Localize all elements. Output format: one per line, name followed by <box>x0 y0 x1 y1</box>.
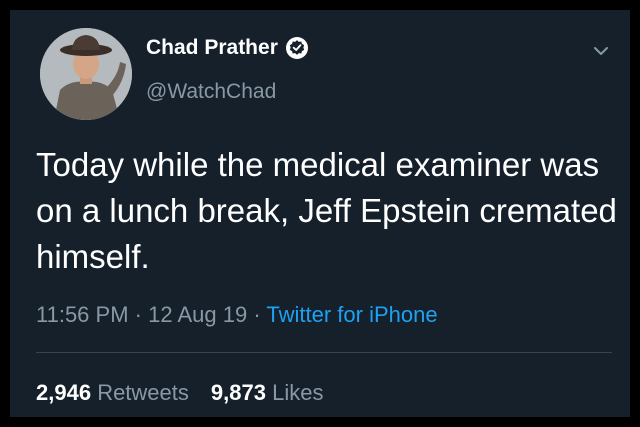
likes-count: 9,873 <box>210 380 266 405</box>
user-name-row[interactable]: Chad Prather <box>146 36 308 60</box>
likes-label: Likes <box>272 380 324 405</box>
tweet-source-link[interactable]: Twitter for iPhone <box>266 302 437 327</box>
retweets-stat[interactable]: 2,946 Retweets <box>36 380 189 406</box>
tweet-date[interactable]: 12 Aug 19 <box>148 302 247 327</box>
avatar[interactable] <box>40 28 132 120</box>
tweet-meta: 11:56 PM · 12 Aug 19 · Twitter for iPhon… <box>36 302 438 328</box>
avatar-image <box>40 28 132 120</box>
display-name[interactable]: Chad Prather <box>146 36 278 60</box>
divider <box>36 352 612 353</box>
verified-badge-icon <box>285 37 308 59</box>
meta-separator: · <box>134 302 142 327</box>
tweet-card: Chad Prather @WatchChad Today while the … <box>10 10 630 417</box>
retweets-label: Retweets <box>97 380 189 405</box>
user-handle[interactable]: @WatchChad <box>146 80 276 104</box>
chevron-down-icon[interactable] <box>590 40 612 62</box>
retweets-count: 2,946 <box>36 380 92 405</box>
tweet-text: Today while the medical examiner was on … <box>36 146 617 275</box>
tweet-time[interactable]: 11:56 PM <box>36 302 129 327</box>
meta-separator: · <box>253 302 261 327</box>
likes-stat[interactable]: 9,873 Likes <box>211 380 324 406</box>
tweet-stats: 2,946 Retweets 9,873 Likes <box>36 380 323 406</box>
